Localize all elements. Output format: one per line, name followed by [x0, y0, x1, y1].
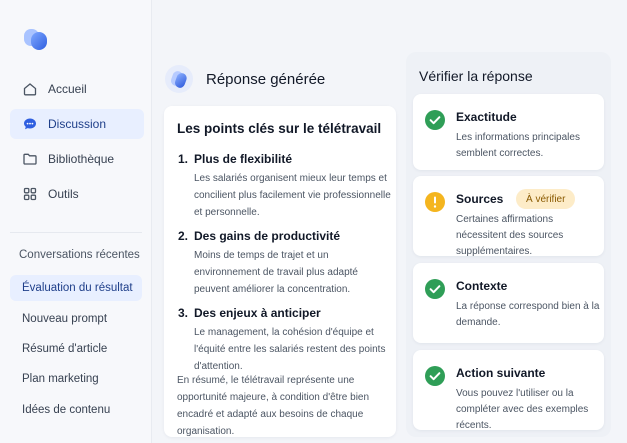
verify-title: Vérifier la réponse	[419, 68, 533, 84]
nav-label: Bibliothèque	[48, 152, 115, 166]
nav-label: Discussion	[48, 117, 107, 131]
sidebar: Accueil Discussion Bibliothèque Outils C…	[0, 0, 152, 443]
conversation-item[interactable]: Résumé d'article	[10, 336, 142, 362]
point-body: Les salariés organisent mieux leur temps…	[194, 173, 391, 218]
check-circle-icon	[425, 110, 445, 130]
conversation-item[interactable]: Plan marketing	[10, 366, 142, 392]
brand-logo-icon[interactable]	[22, 26, 50, 52]
verify-card-desc: Les informations principales semblent co…	[456, 132, 580, 159]
point-title: Des gains de productivité	[194, 229, 341, 243]
conversation-item[interactable]: Évaluation du résultat	[10, 275, 142, 301]
status-badge: À vérifier	[516, 189, 576, 209]
verify-card-desc: Certaines affirmations nécessitent des s…	[456, 214, 564, 257]
nav-item-bibliotheque[interactable]: Bibliothèque	[10, 144, 144, 174]
verify-card-sources[interactable]: Sources À vérifier Certaines affirmation…	[413, 176, 604, 257]
point-number: 1.	[178, 152, 189, 166]
conversation-item[interactable]: Nouveau prompt	[10, 306, 142, 332]
sidebar-divider	[10, 232, 142, 233]
verify-card-title: Sources	[456, 192, 504, 206]
warning-circle-icon	[425, 192, 445, 212]
point-body: Moins de temps de trajet et un environne…	[194, 250, 358, 295]
check-circle-icon	[425, 366, 445, 386]
folder-icon	[22, 151, 38, 167]
response-panel: Réponse générée Les points clés sur le t…	[164, 52, 396, 437]
nav-label: Outils	[48, 187, 79, 201]
recent-conversations-label: Conversations récentes	[19, 249, 140, 261]
nav-label: Accueil	[48, 82, 87, 96]
response-summary: En résumé, le télétravail représente une…	[177, 375, 370, 437]
verify-card-desc: La réponse correspond bien à la demande.	[456, 301, 600, 328]
nav-item-outils[interactable]: Outils	[10, 179, 144, 209]
response-heading: Les points clés sur le télétravail	[177, 121, 382, 136]
grid-icon	[22, 186, 38, 202]
point-number: 2.	[178, 229, 189, 243]
verify-card-title: Exactitude	[456, 110, 517, 124]
point-title: Plus de flexibilité	[194, 152, 293, 166]
chat-bubble-icon	[22, 116, 38, 132]
nav-item-discussion[interactable]: Discussion	[10, 109, 144, 139]
verify-card-contexte[interactable]: Contexte La réponse correspond bien à la…	[413, 263, 604, 343]
verify-card-desc: Vous pouvez l'utiliser ou la compléter a…	[456, 388, 589, 431]
point-title: Des enjeux à anticiper	[194, 306, 321, 320]
response-title: Réponse générée	[206, 70, 326, 88]
verify-card-action-suivante[interactable]: Action suivante Vous pouvez l'utiliser o…	[413, 350, 604, 431]
assistant-orb-icon	[165, 65, 193, 93]
verify-card-title: Contexte	[456, 279, 508, 293]
conversation-item[interactable]: Idées de contenu	[10, 397, 142, 423]
home-icon	[22, 81, 38, 97]
nav-item-accueil[interactable]: Accueil	[10, 74, 144, 104]
check-circle-icon	[425, 279, 445, 299]
verify-panel: Vérifier la réponse Exactitude Les infor…	[406, 52, 611, 437]
point-body: Le management, la cohésion d'équipe et l…	[194, 327, 386, 372]
app-window: Accueil Discussion Bibliothèque Outils C…	[0, 0, 627, 443]
response-card: Les points clés sur le télétravail 1. Pl…	[164, 106, 396, 437]
verify-card-exactitude[interactable]: Exactitude Les informations principales …	[413, 94, 604, 170]
point-number: 3.	[178, 306, 189, 320]
response-header: Réponse générée	[164, 62, 325, 96]
verify-card-title: Action suivante	[456, 366, 546, 380]
